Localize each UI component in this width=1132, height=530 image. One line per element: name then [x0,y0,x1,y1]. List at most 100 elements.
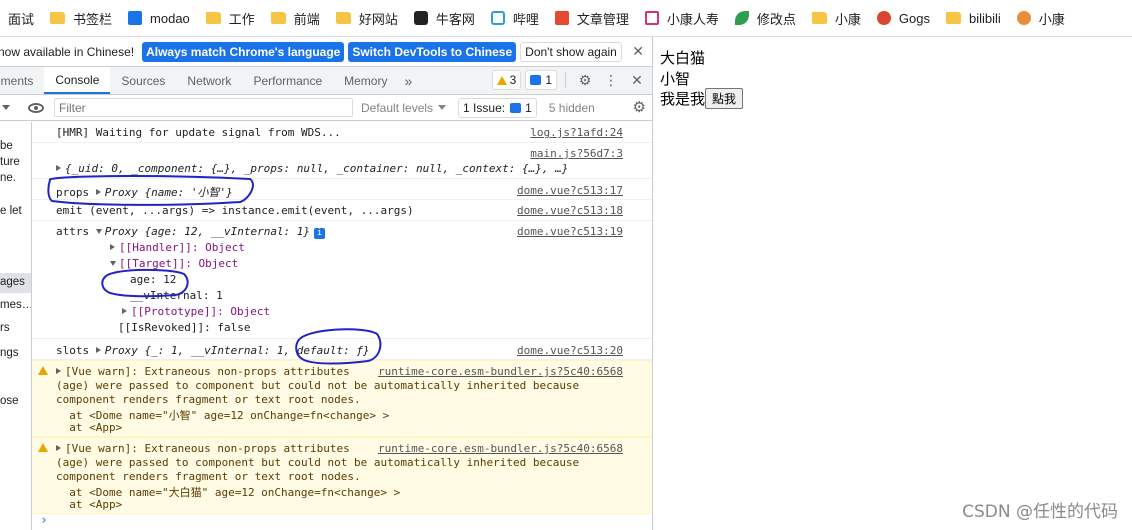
bookmark-haowangzhan[interactable]: 好网站 [330,4,404,32]
bookmark-label: 前端 [293,11,320,27]
gear-icon[interactable]: ⚙ [574,70,596,90]
dont-show-again-button[interactable]: Don't show again [520,41,622,62]
bookmark-bilibili[interactable]: bilibili [940,4,1007,32]
expand-arrow-icon [56,445,61,451]
warning-line[interactable]: [Vue warn]: Extraneous non-props attribu… [56,442,350,455]
tab-elements[interactable]: ements [0,67,44,94]
sidebar-toggle-icon[interactable] [2,105,10,110]
click-me-button[interactable]: 點我 [705,88,744,109]
source-link[interactable]: runtime-core.esm-bundler.js?5c40:6568 [378,442,623,455]
sidebar-item-warnings[interactable]: rs [0,322,10,334]
object-preview[interactable]: {_uid: 0, _component: {…}, _props: null,… [56,162,568,175]
sidebar-text: ne. [0,172,16,184]
bookmark-niukewang[interactable]: 牛客网 [408,4,481,32]
close-icon[interactable]: ✕ [632,43,644,60]
leaf-icon [734,11,749,25]
issues-count: 1 [525,100,532,115]
bookmark-gongzuo[interactable]: 工作 [200,4,261,32]
bookmark-shuqianlan[interactable]: 书签栏 [44,4,118,32]
kebab-menu-icon[interactable]: ⋮ [600,70,622,90]
handler-entry[interactable]: [[Handler]]: Object [110,241,245,254]
console-sidebar: be ture ne. e let ages mes… rs ngs ose [0,122,32,530]
switch-devtools-chinese-button[interactable]: Switch DevTools to Chinese [348,41,517,62]
filter-input[interactable] [54,98,353,117]
source-link[interactable]: dome.vue?c513:19 [517,225,623,238]
tab-memory[interactable]: Memory [333,67,398,94]
tab-performance[interactable]: Performance [242,67,333,94]
sidebar-item-info[interactable]: ngs [0,347,19,359]
bookmark-label: modao [150,10,190,26]
warning-line: at <App> [56,421,123,434]
attrs-entry[interactable]: attrs Proxy {age: 12, __vInternal: 1} i [56,225,326,239]
more-tabs-icon[interactable]: » [398,67,418,94]
messages-count: 1 [545,73,552,87]
expand-arrow-icon [56,368,61,374]
log-row-hmr: [HMR] Waiting for update signal from WDS… [32,122,652,143]
language-infobar: now available in Chinese! Always match C… [0,37,652,67]
source-link[interactable]: main.js?56d7:3 [530,147,623,160]
console-prompt[interactable]: › [40,513,48,528]
bookmark-label: 小康人寿 [666,11,719,27]
bookmark-wenzhang[interactable]: 文章管理 [549,4,635,32]
revoked-entry: [[IsRevoked]]: false [118,321,251,334]
bookmark-label: 面试 [8,11,35,27]
log-row-instance: main.js?56d7:3 {_uid: 0, _component: {…}… [32,143,652,179]
warning-line: component renders fragment or text root … [56,470,361,483]
issues-button[interactable]: 1 Issue: 1 [458,97,537,118]
always-match-language-button[interactable]: Always match Chrome's language [142,41,345,62]
bookmark-label: 牛客网 [435,11,475,27]
warnings-count: 3 [509,73,517,87]
props-entry[interactable]: props Proxy {name: '小智'} [56,184,233,200]
source-link[interactable]: dome.vue?c513:20 [517,344,623,357]
gogs-icon [876,11,891,25]
slots-entry[interactable]: slots Proxy {_: 1, __vInternal: 1, defau… [56,344,370,357]
tab-network[interactable]: Network [176,67,242,94]
handler-text: [[Handler]]: Object [119,241,245,254]
page-text-xiaozhi: 小智 [660,70,691,88]
attrs-value: Proxy {age: 12, __vInternal: 1} [104,225,311,238]
devtools-panel: now available in Chinese! Always match C… [0,37,653,530]
warning-line: (age) were passed to component but could… [56,379,580,392]
log-row-attrs: attrs Proxy {age: 12, __vInternal: 1} i d… [32,221,652,339]
bookmark-qianduan[interactable]: 前端 [265,4,326,32]
emit-text: emit (event, ...args) => instance.emit(e… [56,204,414,217]
warnings-badge[interactable]: 3 [491,70,522,90]
sidebar-item-errors[interactable]: mes… [0,299,31,311]
vue-warning-2: [Vue warn]: Extraneous non-props attribu… [32,437,652,514]
sidebar-item-messages[interactable]: ages [0,273,31,293]
log-text: [HMR] Waiting for update signal from WDS… [56,126,341,139]
console-filterbar: Default levels 1 Issue: 1 5 hidden ⚙ [0,95,652,121]
sidebar-item-verbose[interactable]: ose [0,395,19,407]
tab-console[interactable]: Console [44,67,111,94]
target-entry[interactable]: [[Target]]: Object [110,257,238,270]
bilibili-tv-icon [490,11,505,25]
source-link[interactable]: log.js?1afd:24 [530,126,623,139]
bookmarks-bar: 面试 书签栏 modao 工作 前端 好网站 牛客网 哔哩 文章管理 小康人寿 … [0,0,1132,37]
props-value: Proxy {name: '小智'} [104,186,233,199]
source-link[interactable]: runtime-core.esm-bundler.js?5c40:6568 [378,365,623,378]
bookmark-xiaokang[interactable]: 小康 [806,4,867,32]
bookmark-bili[interactable]: 哔哩 [485,4,545,32]
bookmark-xiugaidian[interactable]: 修改点 [729,4,802,32]
warning-line: (age) were passed to component but could… [56,456,580,469]
bookmark-modao[interactable]: modao [122,4,196,32]
prototype-entry[interactable]: [[Prototype]]: Object [122,305,270,318]
tab-sources[interactable]: Sources [110,67,176,94]
log-levels-dropdown[interactable]: Default levels [361,101,447,115]
bookmark-xiaokang-2[interactable]: 小康 [1011,4,1071,32]
eye-icon[interactable] [28,102,44,113]
bookmark-xiaokangrenshou[interactable]: 小康人寿 [639,4,725,32]
source-link[interactable]: dome.vue?c513:18 [517,204,623,217]
source-link[interactable]: dome.vue?c513:17 [517,184,623,197]
vue-warning-1: [Vue warn]: Extraneous non-props attribu… [32,360,652,437]
bookmark-mianshi[interactable]: 面试 [0,4,40,32]
bookmark-gogs[interactable]: Gogs [871,4,936,32]
warning-line[interactable]: [Vue warn]: Extraneous non-props attribu… [56,365,350,378]
warning-text: [Vue warn]: Extraneous non-props attribu… [65,442,350,455]
expand-arrow-icon [56,165,61,171]
infobar-message: now available in Chinese! [0,44,135,59]
messages-badge[interactable]: 1 [525,70,557,90]
close-devtools-icon[interactable]: ✕ [626,70,648,90]
expand-arrow-icon [110,244,115,250]
console-settings-gear-icon[interactable]: ⚙ [633,98,646,116]
